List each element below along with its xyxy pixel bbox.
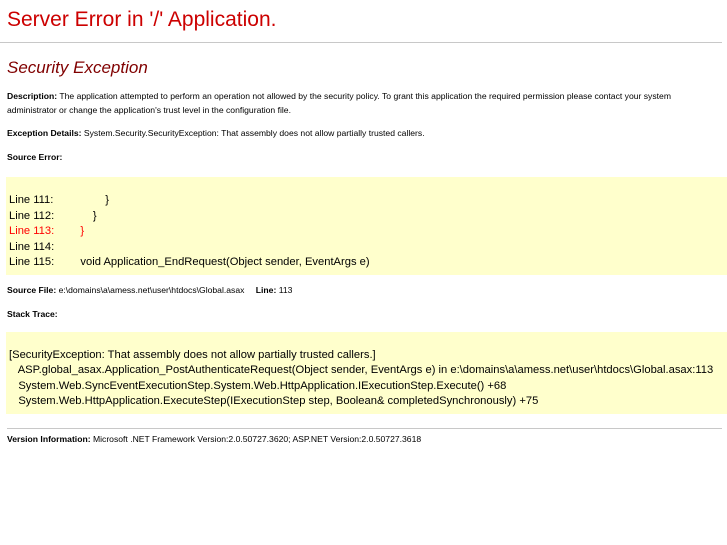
source-line-label: Line:	[255, 284, 277, 295]
description-label: Description:	[7, 91, 58, 101]
stack-trace-code: [SecurityException: That assembly does n…	[6, 331, 727, 414]
footer-divider	[7, 427, 722, 429]
exception-details-block: Exception Details: System.Security.Secur…	[7, 126, 727, 140]
line-code: }	[68, 209, 97, 222]
source-line-number: 113	[278, 284, 293, 295]
line-number: Line 114:	[9, 240, 55, 253]
source-line-highlighted: Line 113: }	[9, 224, 727, 240]
source-line: Line 114:	[9, 240, 727, 256]
source-file-block: Source File: e:\domains\a\amess.net\user…	[7, 283, 727, 297]
page-title: Server Error in '/' Application.	[7, 8, 277, 31]
version-info-block: Version Information: Microsoft .NET Fram…	[7, 432, 727, 446]
line-number: Line 111:	[9, 194, 54, 206]
stack-trace-label: Stack Trace:	[7, 307, 727, 321]
stack-line: [SecurityException: That assembly does n…	[9, 348, 376, 361]
title-divider	[0, 42, 722, 43]
line-number: Line 112:	[9, 209, 55, 222]
stack-line: ASP.global_asax.Application_PostAuthenti…	[9, 364, 714, 376]
stack-line: System.Web.HttpApplication.ExecuteStep(I…	[9, 395, 539, 407]
error-page: Server Error in '/' Application. Securit…	[0, 0, 727, 446]
line-code: void Application_EndRequest(Object sende…	[68, 256, 370, 268]
source-line: Line 111: }	[9, 193, 727, 209]
source-line: Line 115: void Application_EndRequest(Ob…	[9, 255, 727, 271]
source-line: Line 112: }	[9, 209, 727, 225]
description-block: Description: The application attempted t…	[7, 89, 719, 117]
stack-trace-label-text: Stack Trace:	[7, 308, 58, 319]
source-error-label-text: Source Error:	[7, 152, 63, 162]
exception-details-label: Exception Details:	[7, 128, 82, 138]
line-number: Line 115:	[9, 256, 55, 268]
source-error-code: Line 111: } Line 112: } Line 113: } Line 11…	[6, 177, 727, 275]
source-file-label: Source File:	[7, 284, 57, 295]
stack-line: System.Web.SyncEventExecutionStep.System…	[9, 379, 507, 392]
exception-details-text: System.Security.SecurityException: That …	[83, 128, 425, 138]
version-info-label: Version Information:	[7, 433, 91, 444]
source-file-path: e:\domains\a\amess.net\user\htdocs\Globa…	[58, 284, 245, 295]
source-error-label: Source Error:	[7, 150, 727, 164]
line-number: Line 113:	[9, 225, 55, 237]
description-text: The application attempted to perform an …	[7, 91, 671, 115]
line-code: }	[68, 225, 85, 237]
exception-heading: Security Exception	[7, 58, 148, 77]
line-code: }	[68, 194, 110, 206]
version-info-text: Microsoft .NET Framework Version:2.0.507…	[92, 433, 422, 444]
